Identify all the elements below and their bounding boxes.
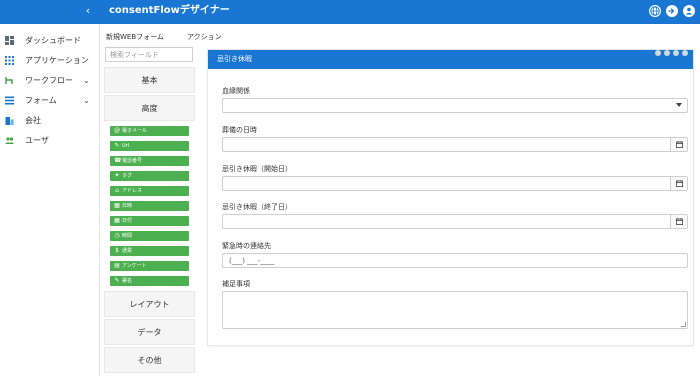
field-label-emergency-contact: 緊急時の連絡先 [222,242,271,250]
component-currency[interactable]: $ 通貨 [110,246,189,256]
sidebar-item-users[interactable]: ユーザ [0,132,100,150]
tab-actions[interactable]: アクション [187,30,222,44]
component-date[interactable]: ▦ 日付 [110,216,189,226]
top-app-bar: ‹ consentFlowデザイナー [0,0,700,24]
user-icon[interactable] [683,5,695,17]
calendar-icon[interactable] [670,215,687,228]
phone-icon: ☎ [114,157,122,164]
component-url[interactable]: ✎ Url [110,141,189,151]
component-label: 通貨 [122,248,133,254]
component-label: 署名 [122,278,133,284]
component-email[interactable]: @ 電子メール [110,126,189,136]
phone-mask-value: (___) ___-____ [229,257,275,265]
link-icon: ✎ [114,142,120,149]
field-label-relationship: 血縁関係 [222,87,250,95]
form-header: 忌引き休暇 [208,50,693,69]
relationship-select[interactable] [222,98,688,113]
field-label-funeral-datetime: 葬儀の日時 [222,126,257,134]
search-input[interactable] [105,47,193,62]
field-label-notes: 補足事項 [222,280,250,288]
tag-icon: ✦ [114,172,120,179]
field-label-leave-end: 忌引き休暇（終了日） [222,203,292,211]
survey-icon: ▤ [114,262,120,269]
dollar-icon: $ [115,247,119,254]
sidebar-item-forms[interactable]: フォーム ⌄ [0,92,100,110]
component-label: 日付 [122,218,133,224]
form-list-icon [5,96,14,105]
panel-tools [655,50,695,56]
calendar-icon[interactable] [670,138,687,151]
sidebar-item-label: ユーザ [25,136,49,145]
sidebar-item-label: フォーム [25,96,57,105]
pen-icon: ✎ [114,277,120,284]
component-label: タグ [122,173,133,179]
sidebar: ダッシュボード アプリケーション ワークフロー ⌄ フォーム ⌄ 会社 ユーザ [0,24,100,376]
component-label: Url [122,143,130,149]
dashboard-icon [5,36,14,45]
home-icon: ⌂ [115,187,119,194]
logout-icon[interactable] [666,5,678,17]
component-label: 時間 [122,233,133,239]
sidebar-item-company[interactable]: 会社 [0,112,100,130]
company-icon [5,117,14,125]
tab-new-web-form[interactable]: 新規WEBフォーム [106,30,164,44]
calendar-icon[interactable] [670,177,687,190]
component-label: 日時 [122,203,133,209]
chevron-down-icon: ⌄ [83,76,90,85]
component-time[interactable]: ◷ 時間 [110,231,189,241]
sidebar-item-dashboard[interactable]: ダッシュボード [0,32,100,50]
component-label: アンケート [122,263,147,269]
sidebar-item-label: ダッシュボード [25,36,81,45]
sidebar-item-label: 会社 [25,116,41,125]
globe-icon[interactable] [649,5,661,17]
component-phone[interactable]: ☎ 電話番号 [110,156,189,166]
delete-icon[interactable] [682,50,688,56]
field-label-leave-start: 忌引き休暇（開始日） [222,165,292,173]
edit-icon[interactable] [664,50,670,56]
at-sign-icon: @ [114,127,120,134]
component-label: アドレス [122,188,143,194]
calendar-icon: ▦ [114,202,120,209]
component-label: 電話番号 [122,158,143,164]
form-preview-panel: 忌引き休暇 血縁関係 葬儀の日時 忌引き休暇（開始日） 忌引き休暇（終了日） 緊… [207,49,694,346]
resize-handle-icon[interactable] [681,322,686,327]
calendar-icon: ▦ [114,217,120,224]
sidebar-item-workflow[interactable]: ワークフロー ⌄ [0,72,100,90]
caret-down-icon [676,103,682,107]
component-datetime[interactable]: ▦ 日時 [110,201,189,211]
app-title: consentFlowデザイナー [109,5,230,16]
emergency-contact-field[interactable]: (___) ___-____ [222,253,688,268]
leave-start-date-field[interactable] [222,176,688,191]
workflow-icon [5,77,13,84]
section-advanced[interactable]: 高度 [104,95,195,121]
notes-textarea[interactable] [222,291,688,329]
sidebar-collapse-button[interactable]: ‹ [82,4,94,18]
component-palette: 基本 高度 @ 電子メール ✎ Url ☎ 電話番号 ✦ タグ ⌂ アドレス ▦… [104,46,195,376]
sidebar-item-label: アプリケーション [25,56,89,65]
component-label: 電子メール [122,128,148,134]
component-tags[interactable]: ✦ タグ [110,171,189,181]
leave-end-date-field[interactable] [222,214,688,229]
component-address[interactable]: ⌂ アドレス [110,186,189,196]
copy-icon[interactable] [673,50,679,56]
apps-grid-icon [5,56,14,65]
clock-icon: ◷ [114,232,120,239]
funeral-datetime-field[interactable] [222,137,688,152]
sidebar-item-applications[interactable]: アプリケーション [0,52,100,70]
component-survey[interactable]: ▤ アンケート [110,261,189,271]
section-other[interactable]: その他 [104,347,195,373]
form-title: 忌引き休暇 [217,55,252,63]
users-icon [5,137,14,144]
section-layout[interactable]: レイアウト [104,291,195,317]
chevron-down-icon: ⌄ [83,96,90,105]
sidebar-item-label: ワークフロー [25,76,73,85]
section-basic[interactable]: 基本 [104,67,195,93]
move-icon[interactable] [655,50,661,56]
component-signature[interactable]: ✎ 署名 [110,276,189,286]
section-data[interactable]: データ [104,319,195,345]
